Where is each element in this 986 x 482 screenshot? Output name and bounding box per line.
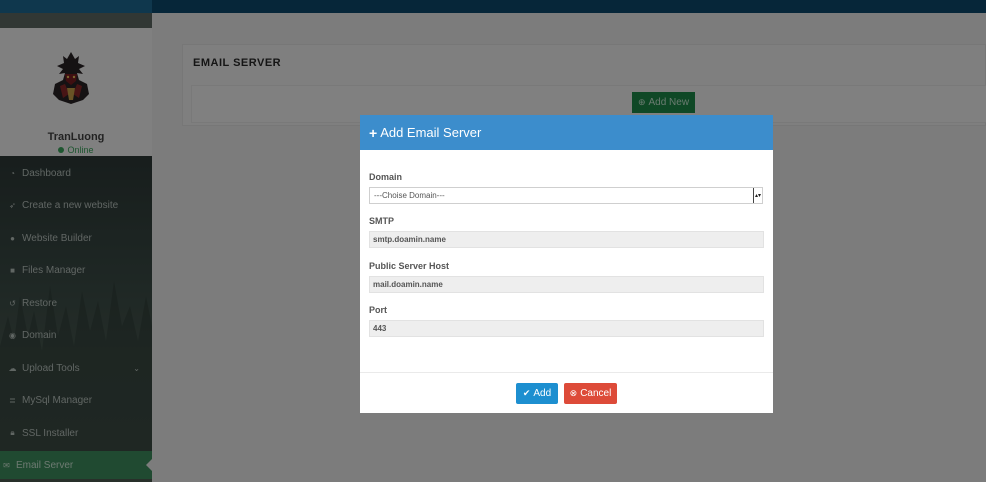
- host-input[interactable]: mail.doamin.name: [369, 276, 764, 293]
- check-square-icon: ✔: [522, 388, 531, 398]
- host-value: mail.doamin.name: [373, 280, 443, 289]
- port-label: Port: [369, 305, 387, 315]
- modal-footer-divider: [360, 372, 773, 373]
- cancel-button-label: Cancel: [580, 388, 612, 399]
- select-arrows-icon[interactable]: ▴▾: [753, 188, 762, 203]
- add-button[interactable]: ✔ Add: [516, 383, 558, 404]
- add-button-label: Add: [533, 388, 552, 399]
- smtp-value: smtp.doamin.name: [373, 235, 446, 244]
- modal-header: + Add Email Server: [360, 115, 773, 150]
- add-email-server-modal: + Add Email Server Domain ---Choise Doma…: [360, 115, 773, 413]
- smtp-input[interactable]: smtp.doamin.name: [369, 231, 764, 248]
- modal-title: Add Email Server: [380, 125, 482, 140]
- domain-selected-value: ---Choise Domain---: [374, 191, 445, 200]
- cancel-button[interactable]: ⊗ Cancel: [564, 383, 617, 404]
- smtp-label: SMTP: [369, 216, 395, 226]
- domain-select[interactable]: ---Choise Domain--- ▴▾: [369, 187, 763, 204]
- port-input[interactable]: 443: [369, 320, 764, 337]
- plus-icon: +: [369, 124, 378, 141]
- times-circle-icon: ⊗: [569, 388, 578, 398]
- port-value: 443: [373, 324, 387, 333]
- host-label: Public Server Host: [369, 261, 450, 271]
- domain-label: Domain: [369, 172, 403, 182]
